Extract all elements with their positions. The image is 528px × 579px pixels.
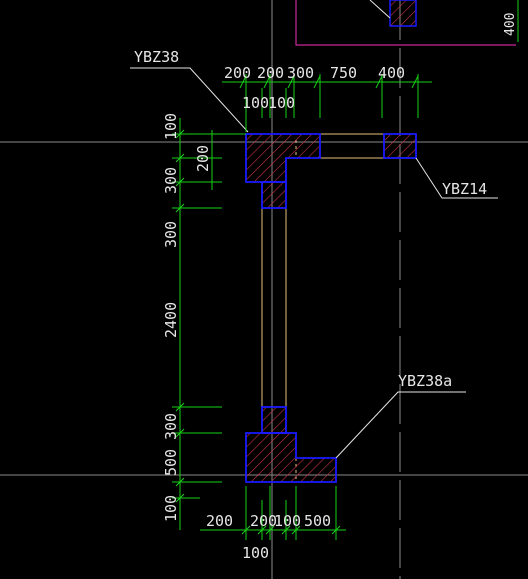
corner-dim-label: 400 [503,13,518,36]
axis-lines [0,0,528,579]
top-dim-400: 400 [378,64,405,82]
bottom-dim-500: 500 [304,512,331,530]
cad-drawing-canvas: 400 YBZ38 YBZ14 YBZ38a 200 200 300 750 4… [0,0,528,579]
left-dim-100-bottom: 100 [162,495,180,522]
left-dimension-texts: 100 300 300 2400 300 500 100 200 [162,113,212,522]
leader-lines [130,67,498,459]
left-dim-100-top: 100 [162,113,180,140]
column-ybz38a [245,406,337,483]
column-ybz38 [245,133,321,209]
bottom-dim-100: 100 [274,512,301,530]
leader-fragment-top [369,0,391,19]
top-dim-200-b: 200 [257,64,284,82]
bottom-dimension-texts: 200 200 100 500 100 [206,512,331,562]
inner-dim-200: 200 [194,145,212,172]
bottom-dim-100-row2: 100 [242,544,269,562]
column-fragment-top [389,0,417,27]
top-dim-300: 300 [287,64,314,82]
left-dimension-lines [172,118,246,530]
top-dim-100-a: 100 [242,94,269,112]
left-dim-500: 500 [162,449,180,476]
label-ybz14: YBZ14 [442,180,487,198]
label-ybz38: YBZ38 [134,48,179,66]
top-dim-200-a: 200 [224,64,251,82]
column-ybz14 [383,133,417,159]
left-dim-300-c: 300 [162,413,180,440]
left-dim-2400: 2400 [162,302,180,338]
label-ybz38a: YBZ38a [398,372,452,390]
left-dim-300-a: 300 [162,167,180,194]
bottom-dim-200-a: 200 [206,512,233,530]
top-dim-100-b: 100 [268,94,295,112]
top-dim-750: 750 [330,64,357,82]
left-dim-300-b: 300 [162,221,180,248]
